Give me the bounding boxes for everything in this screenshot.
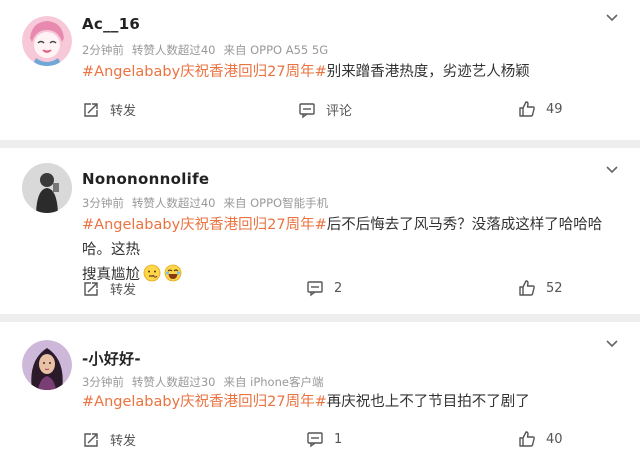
comment-button[interactable]: 评论 [298, 100, 352, 119]
comment-card: Ac__16 2分钟前 转赞人数超过40 来自 OPPO A55 5G #Angel… [0, 0, 640, 140]
repost-count-text: 转赞人数超过30 [131, 375, 216, 389]
hashtag-link[interactable]: #Angelababy庆祝香港回归27周年# [82, 394, 327, 410]
repost-icon [84, 102, 98, 117]
post-meta: 3分钟前 转赞人数超过30 来自 iPhone客户端 [82, 374, 331, 390]
like-button[interactable]: 52 [518, 279, 563, 297]
repost-icon [84, 281, 98, 296]
card-separator [0, 314, 640, 322]
comment-icon [307, 281, 323, 297]
like-button[interactable]: 49 [518, 100, 563, 118]
awkward-emoji-icon [143, 264, 161, 282]
repost-label: 转发 [110, 104, 137, 119]
post-source: 来自 OPPO智能手机 [223, 196, 329, 210]
username[interactable]: Nonononnolife [82, 170, 209, 188]
avatar[interactable] [22, 340, 72, 390]
post-source: 来自 iPhone客户端 [223, 375, 324, 389]
laugh-cry-emoji-icon [164, 264, 182, 282]
comment-text: #Angelababy庆祝香港回归27周年#后不后悔去了风马秀？没落成这样了哈哈… [82, 213, 622, 288]
repost-button[interactable]: 转发 [82, 100, 136, 119]
like-count: 40 [546, 431, 563, 447]
comment-text: #Angelababy庆祝香港回归27周年#再庆祝也上不了节目拍不了剧了 [82, 390, 622, 415]
repost-count-text: 转赞人数超过40 [131, 196, 216, 210]
post-meta: 2分钟前 转赞人数超过40 来自 OPPO A55 5G [82, 42, 336, 58]
thumbs-up-icon [519, 431, 535, 447]
comment-count: 2 [334, 280, 343, 296]
repost-label: 转发 [110, 283, 137, 298]
repost-label: 转发 [110, 434, 137, 449]
comment-icon [299, 102, 315, 118]
post-time: 3分钟前 [82, 375, 124, 389]
comment-card: Nonononnolife 3分钟前 转赞人数超过40 来自 OPPO智能手机 #A… [0, 148, 640, 314]
post-source: 来自 OPPO A55 5G [223, 43, 329, 57]
post-time: 3分钟前 [82, 196, 124, 210]
chevron-down-icon[interactable] [604, 10, 620, 26]
avatar[interactable] [22, 16, 72, 66]
hashtag-link[interactable]: #Angelababy庆祝香港回归27周年# [82, 64, 327, 80]
post-time: 2分钟前 [82, 43, 124, 57]
hashtag-link[interactable]: #Angelababy庆祝香港回归27周年# [82, 217, 327, 233]
comment-button[interactable]: 1 [306, 430, 342, 448]
comment-icon [307, 432, 323, 448]
comment-text: #Angelababy庆祝香港回归27周年#别来蹭香港热度，劣迹艺人杨颖 [82, 60, 622, 85]
avatar[interactable] [22, 163, 72, 213]
comment-count: 1 [334, 431, 343, 447]
thumbs-up-icon [519, 280, 535, 296]
repost-button[interactable]: 转发 [82, 279, 136, 298]
like-button[interactable]: 40 [518, 430, 563, 448]
repost-icon [84, 432, 98, 447]
post-meta: 3分钟前 转赞人数超过40 来自 OPPO智能手机 [82, 195, 336, 211]
chevron-down-icon[interactable] [604, 336, 620, 352]
card-separator [0, 140, 640, 148]
comment-label: 评论 [326, 104, 353, 119]
username[interactable]: Ac__16 [82, 15, 140, 33]
like-count: 52 [546, 280, 563, 296]
like-count: 49 [546, 101, 563, 117]
username[interactable]: -小好好- [82, 348, 141, 369]
comment-body: 别来蹭香港热度，劣迹艺人杨颖 [326, 64, 530, 80]
repost-count-text: 转赞人数超过40 [131, 43, 216, 57]
comment-body: 再庆祝也上不了节目拍不了剧了 [326, 394, 530, 410]
thumbs-up-icon [519, 101, 535, 117]
comment-card: -小好好- 3分钟前 转赞人数超过30 来自 iPhone客户端 #Angelaba… [0, 322, 640, 468]
comment-button[interactable]: 2 [306, 279, 342, 297]
chevron-down-icon[interactable] [604, 162, 620, 178]
repost-button[interactable]: 转发 [82, 430, 136, 449]
